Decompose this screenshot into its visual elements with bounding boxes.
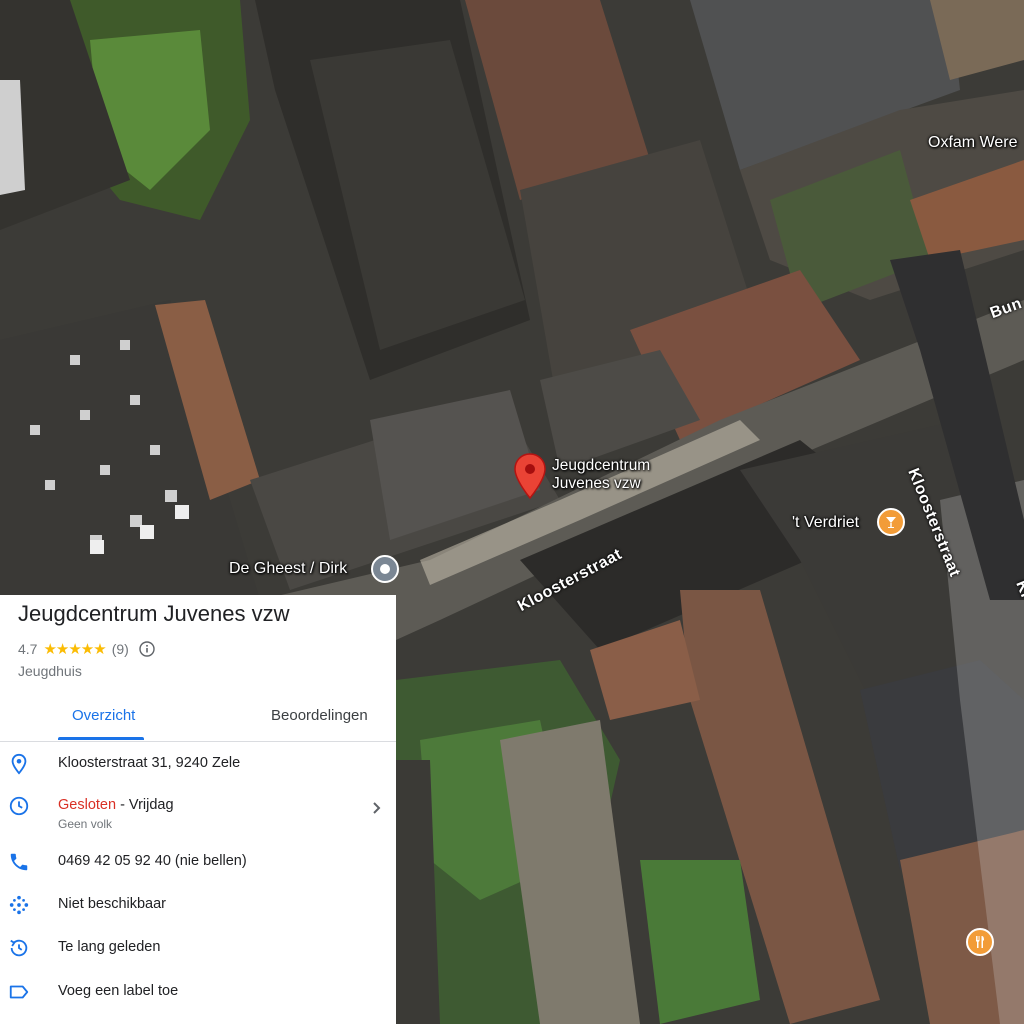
clock-icon: [9, 796, 29, 816]
phone-row[interactable]: 0469 42 05 92 40 (nie bellen): [0, 851, 396, 891]
review-count[interactable]: (9): [112, 641, 129, 657]
tab-overzicht[interactable]: Overzicht: [72, 707, 135, 724]
phone-text: 0469 42 05 92 40 (nie bellen): [58, 853, 247, 869]
label-icon: [9, 985, 29, 999]
history-text: Te lang geleden: [58, 939, 161, 955]
map-label-oxfam[interactable]: Oxfam Were: [928, 134, 1018, 152]
phone-icon: [10, 853, 28, 871]
hours-row[interactable]: Gesloten - Vrijdag Geen volk: [0, 795, 396, 841]
chevron-right-icon[interactable]: [370, 801, 384, 815]
plus-code-icon: [9, 895, 29, 915]
label-row[interactable]: Voeg een label toe: [0, 981, 396, 1021]
bar-icon[interactable]: [877, 508, 905, 536]
rating-value: 4.7: [18, 641, 38, 657]
restaurant-icon[interactable]: [966, 928, 994, 956]
map-label-gheest[interactable]: De Gheest / Dirk: [229, 560, 347, 578]
address-row[interactable]: Kloosterstraat 31, 9240 Zele: [0, 753, 396, 793]
tab-bar: Overzicht Beoordelingen: [0, 703, 396, 742]
address-text: Kloosterstraat 31, 9240 Zele: [58, 755, 241, 771]
hours-status: Gesloten: [58, 797, 117, 813]
place-pin-label-line1: Jeugdcentrum: [552, 457, 651, 474]
map-label-verdriet[interactable]: 't Verdriet: [792, 514, 859, 532]
history-row[interactable]: Te lang geleden: [0, 937, 396, 977]
place-category[interactable]: Jeugdhuis: [18, 663, 82, 679]
plus-code-row[interactable]: Niet beschikbaar: [0, 894, 396, 934]
plus-code-text: Niet beschikbaar: [58, 896, 166, 912]
location-dot-icon[interactable]: [371, 555, 399, 583]
active-tab-indicator: [58, 737, 144, 740]
history-icon: [10, 939, 28, 957]
place-pin-label[interactable]: Jeugdcentrum Juvenes vzw: [552, 457, 650, 493]
place-info-panel: Jeugdcentrum Juvenes vzw 4.7 ★★★★★ (9) J…: [0, 595, 396, 1024]
map-pin-icon[interactable]: [512, 452, 548, 500]
tab-beoordelingen[interactable]: Beoordelingen: [271, 707, 368, 724]
location-pin-icon: [11, 753, 27, 775]
hours-subtext: Geen volk: [58, 817, 113, 831]
place-title: Jeugdcentrum Juvenes vzw: [18, 601, 290, 626]
info-icon[interactable]: [139, 641, 155, 657]
hours-day: - Vrijdag: [116, 797, 174, 813]
rating-row[interactable]: 4.7 ★★★★★ (9): [18, 640, 155, 658]
label-text: Voeg een label toe: [58, 983, 179, 999]
rating-stars-icon: ★★★★★: [43, 641, 106, 658]
place-pin-label-line2: Juvenes vzw: [552, 475, 641, 492]
